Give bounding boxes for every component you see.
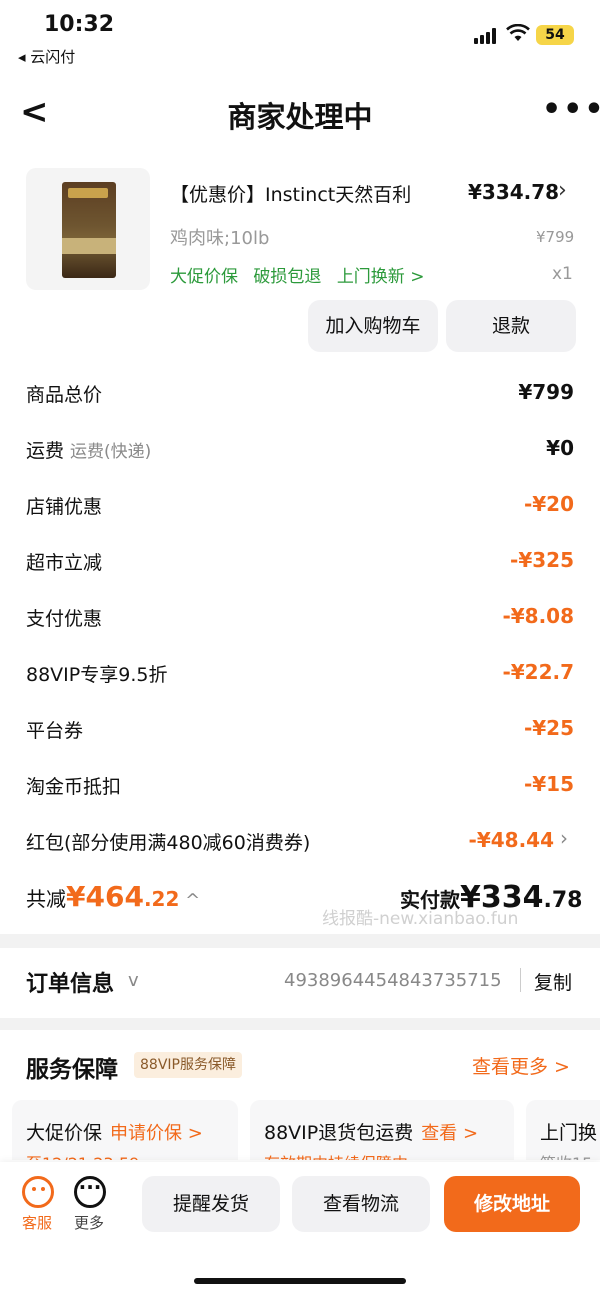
refund-button[interactable]: 退款 [446,300,576,352]
shipping-method: 运费(快递) [70,442,152,462]
customer-service-label[interactable]: 客服 [22,1212,52,1233]
watermark: 线报酷-new.xianbao.fun [322,909,519,929]
row-value: -¥48.44 [468,828,554,852]
product-image[interactable] [26,168,150,290]
order-detail-card: 【优惠价】Instinct天然百利 ¥334.78 › 鸡肉味;10lb ¥79… [0,146,600,934]
chevron-right-icon[interactable]: › [558,178,567,203]
back-to-app-link[interactable]: ◂ 云闪付 [18,46,75,67]
more-menu-icon[interactable]: ••• [542,92,600,127]
more-label[interactable]: 更多 [74,1212,104,1233]
price-row: 支付优惠 -¥8.08 [0,592,600,648]
price-row: 淘金币抵扣 -¥15 [0,760,600,816]
status-bar: 10:32 ◂ 云闪付 54 [0,0,600,80]
copy-button[interactable]: 复制 [534,968,572,995]
more-icon[interactable]: ··· [74,1176,106,1208]
page-title: 商家处理中 [227,100,373,134]
wifi-icon [506,24,530,41]
row-label: 店铺优惠 [26,496,103,518]
product-spec: 鸡肉味;10lb [170,228,270,249]
row-label: 淘金币抵扣 [26,776,122,798]
total-saved[interactable]: 共减¥464.22 ^ [26,880,200,913]
chevron-down-icon[interactable]: v [128,970,139,991]
row-label: 平台券 [26,720,84,742]
row-label: 运费 运费(快递) [26,440,152,462]
status-time: 10:32 [44,12,115,37]
bottom-action-bar: 客服 ··· 更多 提醒发货 查看物流 修改地址 [0,1162,600,1298]
price-row: 商品总价 ¥799 [0,368,600,424]
price-row: 运费 运费(快递) ¥0 [0,424,600,480]
row-value: -¥15 [523,772,574,796]
divider [520,968,521,992]
service-item[interactable]: 大促价保申请价保 > 至12/21 23:59 [12,1100,238,1160]
row-value: -¥22.7 [502,660,574,684]
row-label: 商品总价 [26,384,103,406]
remind-shipping-button[interactable]: 提醒发货 [142,1176,280,1232]
service-tags[interactable]: 大促价保 破损包退 上门换新 > [170,262,434,287]
chevron-right-icon[interactable]: › [560,826,568,850]
home-indicator[interactable] [194,1278,406,1284]
row-label: 超市立减 [26,552,103,574]
service-item[interactable]: 88VIP退货包运费查看 > 有效期内持续保障中 [250,1100,514,1160]
tag-home-exchange[interactable]: 上门换新 > [337,267,425,287]
service-item[interactable]: 上门换 签收15 [526,1100,600,1160]
product-title[interactable]: 【优惠价】Instinct天然百利 [170,180,460,207]
quantity: x1 [552,264,573,284]
service-title: 服务保障 [26,1057,118,1083]
row-label: 88VIP专享9.5折 [26,664,168,686]
nav-bar: < 商家处理中 ••• [0,80,600,146]
add-to-cart-button[interactable]: 加入购物车 [308,300,438,352]
price-row: 88VIP专享9.5折 -¥22.7 [0,648,600,704]
product-price: ¥334.78 [468,180,560,204]
vip-badge: 88VIP服务保障 [134,1052,242,1078]
red-packet-row[interactable]: 红包(部分使用满480减60消费券) -¥48.44 › [0,816,600,872]
price-row: 超市立减 -¥325 [0,536,600,592]
change-address-button[interactable]: 修改地址 [444,1176,580,1232]
row-label: 支付优惠 [26,608,103,630]
price-row: 店铺优惠 -¥20 [0,480,600,536]
row-value: -¥8.08 [502,604,574,628]
order-info-title[interactable]: 订单信息 [26,966,114,998]
signal-icon [474,28,496,44]
tag-damage-return: 破损包退 [253,267,322,287]
service-cards: 大促价保申请价保 > 至12/21 23:59 88VIP退货包运费查看 > 有… [12,1100,600,1160]
row-label: 红包(部分使用满480减60消费券) [26,832,311,854]
row-value: -¥25 [523,716,574,740]
battery-icon: 54 [536,25,574,45]
row-value: ¥799 [518,380,574,404]
price-breakdown: 商品总价 ¥799 运费 运费(快递) ¥0 店铺优惠 -¥20 超市立减 -¥3… [0,368,600,872]
price-row: 平台券 -¥25 [0,704,600,760]
tag-price-protect: 大促价保 [170,267,238,287]
order-info-card: 订单信息 v 4938964454843735715 复制 [0,948,600,1018]
row-value: -¥20 [523,492,574,516]
chevron-up-icon: ^ [179,890,201,911]
view-more-link[interactable]: 查看更多 > [472,1052,570,1079]
row-value: -¥325 [510,548,574,572]
row-value: ¥0 [546,436,574,460]
track-logistics-button[interactable]: 查看物流 [292,1176,430,1232]
original-price: ¥799 [536,228,575,246]
order-number: 4938964454843735715 [284,970,502,991]
customer-service-icon[interactable] [22,1176,54,1208]
